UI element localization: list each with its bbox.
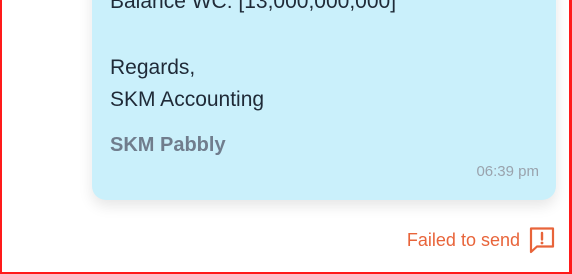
alert-message-icon[interactable] xyxy=(528,226,556,254)
message-sender: SKM Pabbly xyxy=(110,134,226,156)
message-line-company: SKM Accounting xyxy=(110,88,265,111)
message-line-regards: Regards, xyxy=(110,56,196,79)
failed-to-send-label: Failed to send xyxy=(406,229,520,250)
failed-to-send-status[interactable]: Failed to send xyxy=(407,226,556,254)
message-timestamp: 06:39 pm xyxy=(476,163,539,180)
message-line-balance: Balance WC: [13,000,000,000] xyxy=(110,0,397,13)
